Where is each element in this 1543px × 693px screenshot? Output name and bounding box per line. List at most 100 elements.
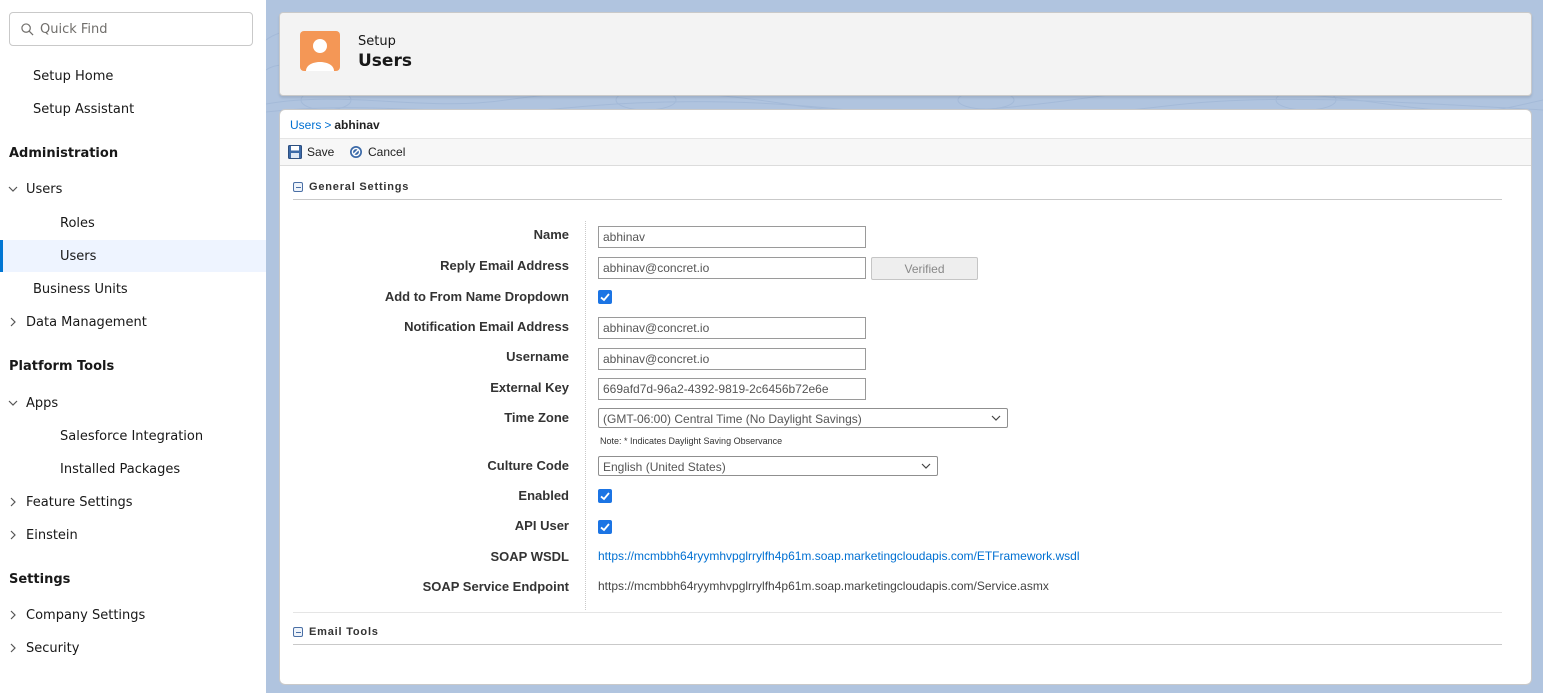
nav-label: Salesforce Integration — [60, 428, 204, 444]
nav-label: Apps — [26, 395, 59, 411]
enabled-label: Enabled — [518, 488, 569, 503]
nav-data-management[interactable]: Data Management — [0, 306, 266, 338]
section-divider — [293, 199, 1502, 200]
setup-sidebar: Setup Home Setup Assistant Administratio… — [0, 0, 266, 693]
section-divider — [293, 644, 1502, 645]
name-label: Name — [533, 227, 569, 242]
nav-label: Data Management — [26, 314, 147, 330]
checkmark-icon — [600, 492, 610, 501]
save-button[interactable]: Save — [288, 145, 334, 159]
add-from-name-checkbox[interactable] — [598, 290, 612, 304]
chevron-right-icon — [10, 530, 16, 540]
email-tools-toggle[interactable]: Email Tools — [293, 626, 379, 638]
section-divider — [293, 612, 1502, 613]
nav-setup-assistant[interactable]: Setup Assistant — [0, 93, 266, 125]
user-edit-panel: Users > abhinav Save Cancel General Settin… — [279, 109, 1532, 685]
search-icon — [21, 22, 34, 35]
chevron-right-icon — [10, 317, 16, 327]
chevron-right-icon — [10, 497, 16, 507]
nav-setup-home[interactable]: Setup Home — [0, 60, 266, 92]
culture-code-value: English (United States) — [603, 460, 726, 474]
checkmark-icon — [600, 293, 610, 302]
enabled-checkbox[interactable] — [598, 489, 612, 503]
nav-roles[interactable]: Roles — [0, 207, 266, 239]
nav-label: Security — [26, 640, 80, 656]
nav-label: Feature Settings — [26, 494, 133, 510]
cancel-circle-icon — [350, 146, 362, 158]
nav-apps[interactable]: Apps — [0, 387, 266, 419]
action-toolbar: Save Cancel — [280, 138, 1531, 166]
quick-find-input[interactable] — [40, 21, 240, 37]
soap-wsdl-label: SOAP WSDL — [490, 549, 570, 564]
chevron-right-icon — [10, 643, 16, 653]
soap-wsdl-link[interactable]: https://mcmbbh64ryymhvpglrrylfh4p61m.soa… — [598, 549, 1080, 563]
chevron-down-icon — [921, 463, 931, 469]
nav-label: Installed Packages — [60, 461, 181, 477]
nav-label: Setup Assistant — [33, 101, 135, 117]
floppy-disk-icon — [288, 145, 302, 159]
nav-label: Roles — [60, 215, 95, 231]
email-tools-heading: Email Tools — [309, 626, 379, 638]
breadcrumb-current: abhinav — [334, 118, 380, 132]
api-user-checkbox[interactable] — [598, 520, 612, 534]
save-label: Save — [307, 145, 335, 159]
time-zone-label: Time Zone — [504, 410, 569, 425]
soap-endpoint-label: SOAP Service Endpoint — [422, 579, 569, 594]
platform-tools-heading: Platform Tools — [9, 359, 115, 374]
general-settings-toggle[interactable]: General Settings — [293, 181, 409, 193]
time-zone-note: Note: * Indicates Daylight Saving Observ… — [600, 436, 783, 446]
nav-label: Users — [26, 181, 63, 197]
general-settings-heading: General Settings — [309, 181, 410, 193]
culture-code-select[interactable]: English (United States) — [598, 456, 938, 476]
header-setup-label: Setup — [358, 34, 396, 49]
chevron-down-icon — [8, 400, 18, 406]
settings-heading: Settings — [9, 572, 71, 587]
reply-email-label: Reply Email Address — [440, 258, 569, 273]
username-label: Username — [506, 349, 569, 364]
name-input[interactable] — [598, 226, 866, 248]
chevron-down-icon — [8, 186, 18, 192]
cancel-label: Cancel — [368, 145, 406, 159]
administration-heading: Administration — [9, 146, 119, 161]
external-key-label: External Key — [490, 380, 569, 395]
nav-label: Einstein — [26, 527, 78, 543]
external-key-input[interactable] — [598, 378, 866, 400]
nav-einstein[interactable]: Einstein — [0, 519, 266, 551]
nav-label: Setup Home — [33, 68, 114, 84]
cancel-button[interactable]: Cancel — [349, 145, 405, 159]
nav-company-settings[interactable]: Company Settings — [0, 599, 266, 631]
verified-button[interactable]: Verified — [871, 257, 978, 280]
form-column-separator — [585, 221, 586, 610]
user-avatar-icon — [300, 31, 340, 71]
chevron-down-icon — [991, 415, 1001, 421]
breadcrumb-separator: > — [324, 118, 332, 132]
reply-email-input[interactable] — [598, 257, 866, 279]
notification-email-input[interactable] — [598, 317, 866, 339]
chevron-right-icon — [10, 610, 16, 620]
nav-installed-packages[interactable]: Installed Packages — [0, 453, 266, 485]
nav-security[interactable]: Security — [0, 632, 266, 664]
nav-users[interactable]: Users — [0, 240, 266, 272]
time-zone-select[interactable]: (GMT-06:00) Central Time (No Daylight Sa… — [598, 408, 1008, 428]
breadcrumb: Users > abhinav — [290, 118, 380, 132]
collapse-icon — [293, 182, 303, 192]
add-from-name-label: Add to From Name Dropdown — [384, 289, 569, 304]
nav-users-group[interactable]: Users — [0, 173, 266, 205]
soap-endpoint-value: https://mcmbbh64ryymhvpglrrylfh4p61m.soa… — [598, 579, 1049, 593]
nav-salesforce-integration[interactable]: Salesforce Integration — [0, 420, 266, 452]
api-user-label: API User — [514, 518, 569, 533]
nav-label: Users — [60, 248, 97, 264]
nav-label: Business Units — [33, 281, 128, 297]
time-zone-value: (GMT-06:00) Central Time (No Daylight Sa… — [603, 412, 862, 426]
checkmark-icon — [600, 523, 610, 532]
page-title: Users — [358, 51, 412, 71]
culture-code-label: Culture Code — [487, 458, 569, 473]
collapse-icon — [293, 627, 303, 637]
nav-feature-settings[interactable]: Feature Settings — [0, 486, 266, 518]
page-header: Setup Users — [279, 12, 1532, 96]
quick-find-box[interactable] — [9, 12, 253, 46]
nav-label: Company Settings — [26, 607, 146, 623]
breadcrumb-users-link[interactable]: Users — [290, 118, 321, 132]
username-input[interactable] — [598, 348, 866, 370]
nav-business-units[interactable]: Business Units — [0, 273, 266, 305]
